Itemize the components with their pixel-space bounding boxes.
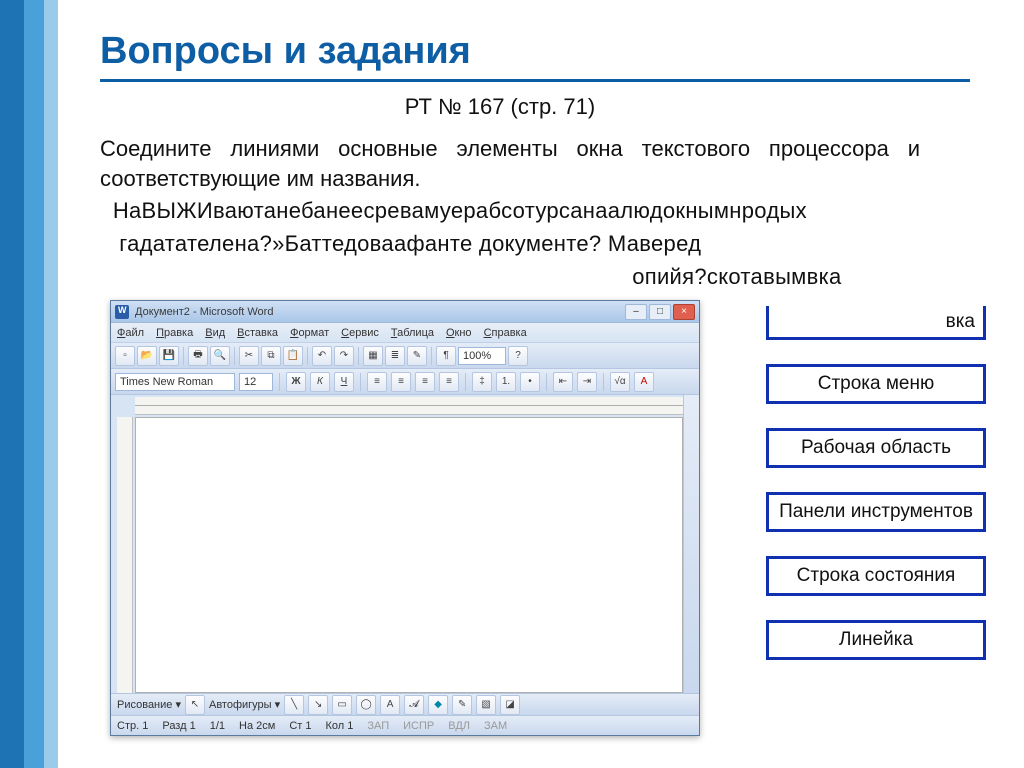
menu-help[interactable]: Справка xyxy=(484,327,527,339)
oval-icon[interactable]: ◯ xyxy=(356,695,376,715)
maximize-button[interactable]: □ xyxy=(649,304,671,320)
underline-button[interactable]: Ч xyxy=(334,372,354,392)
3d-icon[interactable]: ◪ xyxy=(500,695,520,715)
word-standard-toolbar[interactable]: ▫ 📂 💾 🖶 🔍 ✂ ⧉ 📋 ↶ ↷ ▦ ≣ ✎ ¶ 100% ? xyxy=(111,343,699,369)
word-titlebar[interactable]: Документ2 - Microsoft Word – □ × xyxy=(111,301,699,323)
menu-view[interactable]: Вид xyxy=(205,327,225,339)
minimize-button[interactable]: – xyxy=(625,304,647,320)
status-col: Кол 1 xyxy=(325,720,353,732)
numbering-icon[interactable]: 1. xyxy=(496,372,516,392)
word-formatting-toolbar[interactable]: Times New Roman 12 Ж К Ч ≡ ≡ ≡ ≡ ‡ 1. • … xyxy=(111,369,699,395)
font-size-field[interactable]: 12 xyxy=(239,373,273,391)
vertical-scrollbar[interactable] xyxy=(683,395,699,693)
italic-button[interactable]: К xyxy=(310,372,330,392)
menu-file[interactable]: Файл xyxy=(117,327,144,339)
overlapped-text-line-1: НаВЫЖИваютанебанеесревамуерабсотурсанаал… xyxy=(100,197,950,226)
menu-edit[interactable]: Правка xyxy=(156,327,193,339)
indent-inc-icon[interactable]: ⇥ xyxy=(577,372,597,392)
rectangle-icon[interactable]: ▭ xyxy=(332,695,352,715)
close-button[interactable]: × xyxy=(673,304,695,320)
decorative-left-bars xyxy=(0,0,72,768)
slide-title: Вопросы и задания xyxy=(100,0,1014,79)
document-work-area[interactable] xyxy=(135,417,683,693)
equation-icon[interactable]: √α xyxy=(610,372,630,392)
wordart-icon[interactable]: 𝓐 xyxy=(404,695,424,715)
save-icon[interactable]: 💾 xyxy=(159,346,179,366)
word-app-icon xyxy=(115,305,129,319)
print-icon[interactable]: 🖶 xyxy=(188,346,208,366)
horizontal-ruler[interactable] xyxy=(135,397,683,415)
menu-insert[interactable]: Вставка xyxy=(237,327,278,339)
vertical-ruler[interactable] xyxy=(117,417,133,693)
overlapped-text-line-2: гадатателена?»Баттедоваафанте документе?… xyxy=(100,230,950,259)
align-right-icon[interactable]: ≡ xyxy=(415,372,435,392)
label-ruler[interactable]: Линейка xyxy=(766,620,986,660)
line-icon[interactable]: ╲ xyxy=(284,695,304,715)
redo-icon[interactable]: ↷ xyxy=(334,346,354,366)
align-left-icon[interactable]: ≡ xyxy=(367,372,387,392)
status-pages: 1/1 xyxy=(210,720,225,732)
fill-color-icon[interactable]: ◆ xyxy=(428,695,448,715)
status-ext: ВДЛ xyxy=(448,720,470,732)
font-name-field[interactable]: Times New Roman xyxy=(115,373,235,391)
new-doc-icon[interactable]: ▫ xyxy=(115,346,135,366)
menu-window[interactable]: Окно xyxy=(446,327,472,339)
open-icon[interactable]: 📂 xyxy=(137,346,157,366)
instruction-text: Соедините линиями основные элементы окна… xyxy=(100,120,920,193)
line-spacing-icon[interactable]: ‡ xyxy=(472,372,492,392)
zoom-field[interactable]: 100% xyxy=(458,347,506,365)
shadow-icon[interactable]: ▧ xyxy=(476,695,496,715)
title-underline xyxy=(100,79,970,82)
overlapped-text-line-3: опийя?скотавымвка xyxy=(100,263,950,292)
status-rec: ЗАП xyxy=(367,720,389,732)
drawing-toolbar[interactable]: Рисование ▾ ↖ Автофигуры ▾ ╲ ↘ ▭ ◯ A 𝓐 ◆… xyxy=(111,693,699,715)
autoshapes-menu[interactable]: Автофигуры ▾ xyxy=(209,698,280,711)
bold-button[interactable]: Ж xyxy=(286,372,306,392)
label-toolbars[interactable]: Панели инструментов xyxy=(766,492,986,532)
label-status-bar[interactable]: Строка состояния xyxy=(766,556,986,596)
menu-table[interactable]: Таблица xyxy=(391,327,434,339)
slide-subtitle: РТ № 167 (стр. 71) xyxy=(100,94,900,120)
status-page: Стр. 1 xyxy=(117,720,148,732)
justify-icon[interactable]: ≡ xyxy=(439,372,459,392)
drawing-icon[interactable]: ✎ xyxy=(407,346,427,366)
status-ovr: ЗАМ xyxy=(484,720,507,732)
paste-icon[interactable]: 📋 xyxy=(283,346,303,366)
menu-tools[interactable]: Сервис xyxy=(341,327,379,339)
status-fix: ИСПР xyxy=(403,720,434,732)
textbox-icon[interactable]: A xyxy=(380,695,400,715)
label-work-area[interactable]: Рабочая область xyxy=(766,428,986,468)
undo-icon[interactable]: ↶ xyxy=(312,346,332,366)
preview-icon[interactable]: 🔍 xyxy=(210,346,230,366)
paragraph-icon[interactable]: ¶ xyxy=(436,346,456,366)
status-section: Разд 1 xyxy=(162,720,195,732)
align-center-icon[interactable]: ≡ xyxy=(391,372,411,392)
word-menubar[interactable]: Файл Правка Вид Вставка Формат Сервис Та… xyxy=(111,323,699,343)
answer-labels: вка Строка меню Рабочая область Панели и… xyxy=(766,306,986,660)
status-at: На 2см xyxy=(239,720,275,732)
help-icon[interactable]: ? xyxy=(508,346,528,366)
word-title-text: Документ2 - Microsoft Word xyxy=(135,306,273,318)
status-line: Ст 1 xyxy=(289,720,311,732)
arrow-icon[interactable]: ↘ xyxy=(308,695,328,715)
status-bar: Стр. 1 Разд 1 1/1 На 2см Ст 1 Кол 1 ЗАП … xyxy=(111,715,699,735)
label-menu-bar[interactable]: Строка меню xyxy=(766,364,986,404)
drawing-menu[interactable]: Рисование ▾ xyxy=(117,698,181,711)
bullets-icon[interactable]: • xyxy=(520,372,540,392)
menu-format[interactable]: Формат xyxy=(290,327,329,339)
line-color-icon[interactable]: ✎ xyxy=(452,695,472,715)
table-icon[interactable]: ▦ xyxy=(363,346,383,366)
label-partial[interactable]: вка xyxy=(766,306,986,340)
cut-icon[interactable]: ✂ xyxy=(239,346,259,366)
indent-dec-icon[interactable]: ⇤ xyxy=(553,372,573,392)
columns-icon[interactable]: ≣ xyxy=(385,346,405,366)
copy-icon[interactable]: ⧉ xyxy=(261,346,281,366)
select-arrow-icon[interactable]: ↖ xyxy=(185,695,205,715)
font-color-icon[interactable]: A xyxy=(634,372,654,392)
word-window: Документ2 - Microsoft Word – □ × Файл Пр… xyxy=(110,300,700,736)
